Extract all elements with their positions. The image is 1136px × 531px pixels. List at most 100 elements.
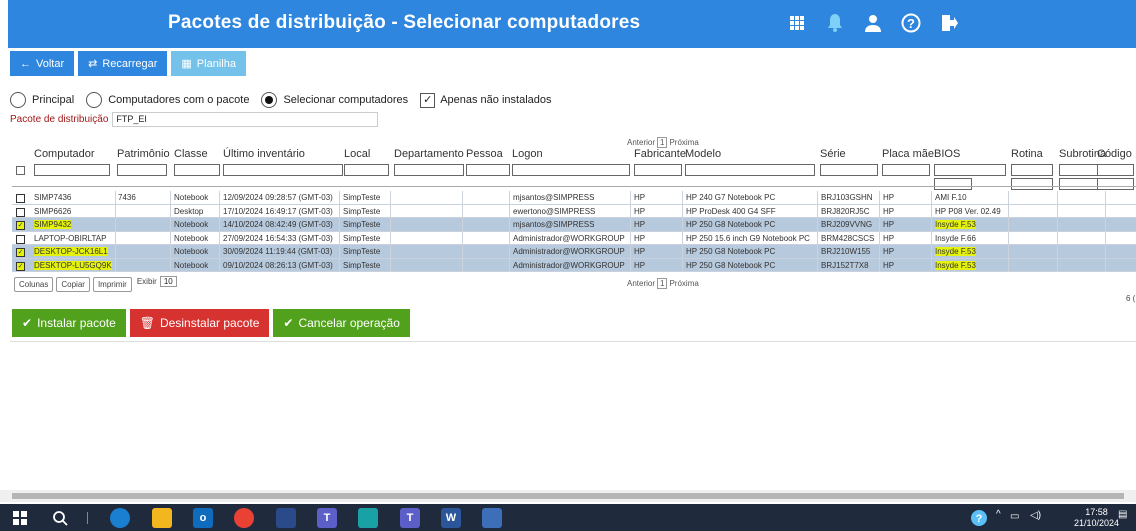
column-filter-input[interactable] xyxy=(820,164,878,176)
help-icon[interactable]: ? xyxy=(900,12,922,34)
column-filter-input[interactable] xyxy=(1097,164,1134,176)
table-row[interactable]: LAPTOP-OBIRLTAP Notebook 27/09/2024 16:54:… xyxy=(12,231,1136,245)
table-row[interactable]: SIMP6626 Desktop 17/10/2024 16:49:17 (GMT-… xyxy=(12,204,1136,218)
search-icon[interactable] xyxy=(50,508,70,528)
column-filter-input[interactable] xyxy=(934,164,1006,176)
only-not-installed-checkbox[interactable]: ✓ Apenas não instalados xyxy=(420,92,552,108)
column-separator xyxy=(219,245,220,259)
chrome-icon[interactable] xyxy=(234,508,254,528)
row-checkbox[interactable] xyxy=(16,234,25,244)
column-filter-input-secondary[interactable] xyxy=(934,178,972,190)
column-header[interactable]: Fabricante xyxy=(634,148,686,160)
row-checkbox[interactable]: ✓ xyxy=(16,248,25,257)
row-checkbox[interactable] xyxy=(16,207,25,217)
word-icon[interactable]: W xyxy=(441,508,461,528)
volume-icon[interactable]: ◁) xyxy=(1030,510,1041,521)
radio-circle[interactable] xyxy=(10,92,26,108)
spreadsheet-button[interactable]: ▦ Planilha xyxy=(171,51,246,76)
pager-next[interactable]: Próxima xyxy=(669,279,698,288)
column-filter-input[interactable] xyxy=(466,164,510,176)
pager-page[interactable]: 1 xyxy=(657,137,668,148)
column-header[interactable]: Série xyxy=(820,148,846,160)
notification-icon[interactable]: ▤ xyxy=(1118,509,1127,520)
column-header[interactable]: Último inventário xyxy=(223,148,305,160)
table-row[interactable]: ✓ DESKTOP-JCK16L1 Notebook 30/09/2024 11:19… xyxy=(12,245,1136,259)
column-filter-input[interactable] xyxy=(882,164,930,176)
column-header[interactable]: Rotina xyxy=(1011,148,1043,160)
column-filter-input-secondary[interactable] xyxy=(1097,178,1134,190)
copy-button[interactable]: Copiar xyxy=(56,277,90,292)
print-button[interactable]: Imprimir xyxy=(92,277,132,292)
logout-icon[interactable] xyxy=(938,12,960,34)
outlook-icon[interactable]: o xyxy=(193,508,213,528)
column-header[interactable]: Logon xyxy=(512,148,543,160)
grid-icon[interactable] xyxy=(786,12,808,34)
column-header[interactable]: Placa mãe xyxy=(882,148,934,160)
uninstall-package-button[interactable]: 🗑 Desinstalar pacote xyxy=(129,309,270,337)
checkbox-box[interactable]: ✓ xyxy=(420,92,436,108)
reload-button[interactable]: ⇄ Recarregar xyxy=(78,51,168,76)
row-checkbox[interactable]: ✓ xyxy=(16,261,25,271)
table-row[interactable]: SIMP7436 7436 Notebook 12/09/2024 09:28:57 … xyxy=(12,191,1136,205)
column-filter-input[interactable] xyxy=(512,164,630,176)
radio-circle[interactable] xyxy=(86,92,103,108)
pager-prev[interactable]: Anterior xyxy=(627,279,655,288)
back-button[interactable]: ← Voltar xyxy=(10,51,75,76)
windows-start-icon[interactable] xyxy=(10,508,30,528)
column-filter-input[interactable] xyxy=(1011,164,1053,176)
column-filter-input[interactable] xyxy=(344,164,389,176)
taskbar-clock[interactable]: 17:58 21/10/2024 xyxy=(1074,507,1119,529)
app-icon[interactable] xyxy=(276,508,296,528)
column-filter-input[interactable] xyxy=(174,164,220,176)
pager-next[interactable]: Próxima xyxy=(669,138,698,147)
chevron-up-icon[interactable]: ^ xyxy=(996,509,1001,520)
row-checkbox[interactable]: ✓ xyxy=(16,221,25,230)
column-filter-input[interactable] xyxy=(117,164,167,176)
pager-page[interactable]: 1 xyxy=(657,278,668,289)
cancel-operation-button[interactable]: ✔ Cancelar operação xyxy=(273,309,410,337)
column-filter-input[interactable] xyxy=(394,164,464,176)
column-filter-input[interactable] xyxy=(1059,164,1099,176)
store-icon[interactable] xyxy=(358,508,378,528)
column-filter-input-secondary[interactable] xyxy=(1011,178,1053,190)
file-explorer-icon[interactable] xyxy=(152,508,172,528)
pager-prev[interactable]: Anterior xyxy=(627,138,655,147)
row-checkbox[interactable] xyxy=(16,194,25,203)
column-header[interactable]: Patrimônio xyxy=(117,148,170,160)
table-row[interactable]: ✓ DESKTOP-LU5GQ9K Notebook 09/10/2024 08:26… xyxy=(12,258,1136,272)
column-header[interactable]: Classe xyxy=(174,148,208,160)
column-header[interactable]: Código xyxy=(1097,148,1132,160)
column-header[interactable]: Computador xyxy=(34,148,95,160)
scrollbar-thumb[interactable] xyxy=(12,493,1124,499)
teams-icon[interactable]: T xyxy=(317,508,337,528)
radio-circle[interactable] xyxy=(261,92,278,108)
edge-icon[interactable] xyxy=(110,508,130,528)
column-header[interactable]: Pessoa xyxy=(466,148,503,160)
radio-principal[interactable]: Principal xyxy=(10,92,74,108)
radio-label: Principal xyxy=(32,94,75,106)
column-header[interactable]: Departamento xyxy=(394,148,464,160)
install-package-button[interactable]: ✔ Instalar pacote xyxy=(12,309,126,337)
network-icon[interactable]: ▭ xyxy=(1010,511,1019,522)
radio-with-package[interactable]: Computadores com o pacote xyxy=(86,92,249,108)
app-extra-icon[interactable] xyxy=(482,508,502,528)
column-filter-input[interactable] xyxy=(34,164,110,176)
column-filter-input-secondary[interactable] xyxy=(1059,178,1099,190)
bell-icon[interactable] xyxy=(824,12,846,34)
column-header[interactable]: Modelo xyxy=(685,148,721,160)
show-count-select[interactable]: 10 xyxy=(159,276,177,287)
column-header[interactable]: BIOS xyxy=(934,148,960,160)
teams-work-icon[interactable]: T xyxy=(400,508,420,528)
user-icon[interactable] xyxy=(862,12,884,34)
column-filter-input[interactable] xyxy=(223,164,343,176)
column-filter-input[interactable] xyxy=(634,164,682,176)
package-value-input[interactable]: FTP_EI xyxy=(112,112,379,127)
tray-app-icon[interactable]: ? xyxy=(970,509,988,530)
radio-select-computers[interactable]: Selecionar computadores xyxy=(261,92,408,108)
horizontal-scrollbar[interactable] xyxy=(0,490,1136,502)
columns-button[interactable]: Colunas xyxy=(14,277,54,292)
select-all-checkbox[interactable] xyxy=(16,166,25,175)
column-filter-input[interactable] xyxy=(685,164,815,176)
column-header[interactable]: Local xyxy=(344,148,370,160)
table-row[interactable]: ✓ SIMP9432 Notebook 14/10/2024 08:42:49 (GM… xyxy=(12,218,1136,232)
